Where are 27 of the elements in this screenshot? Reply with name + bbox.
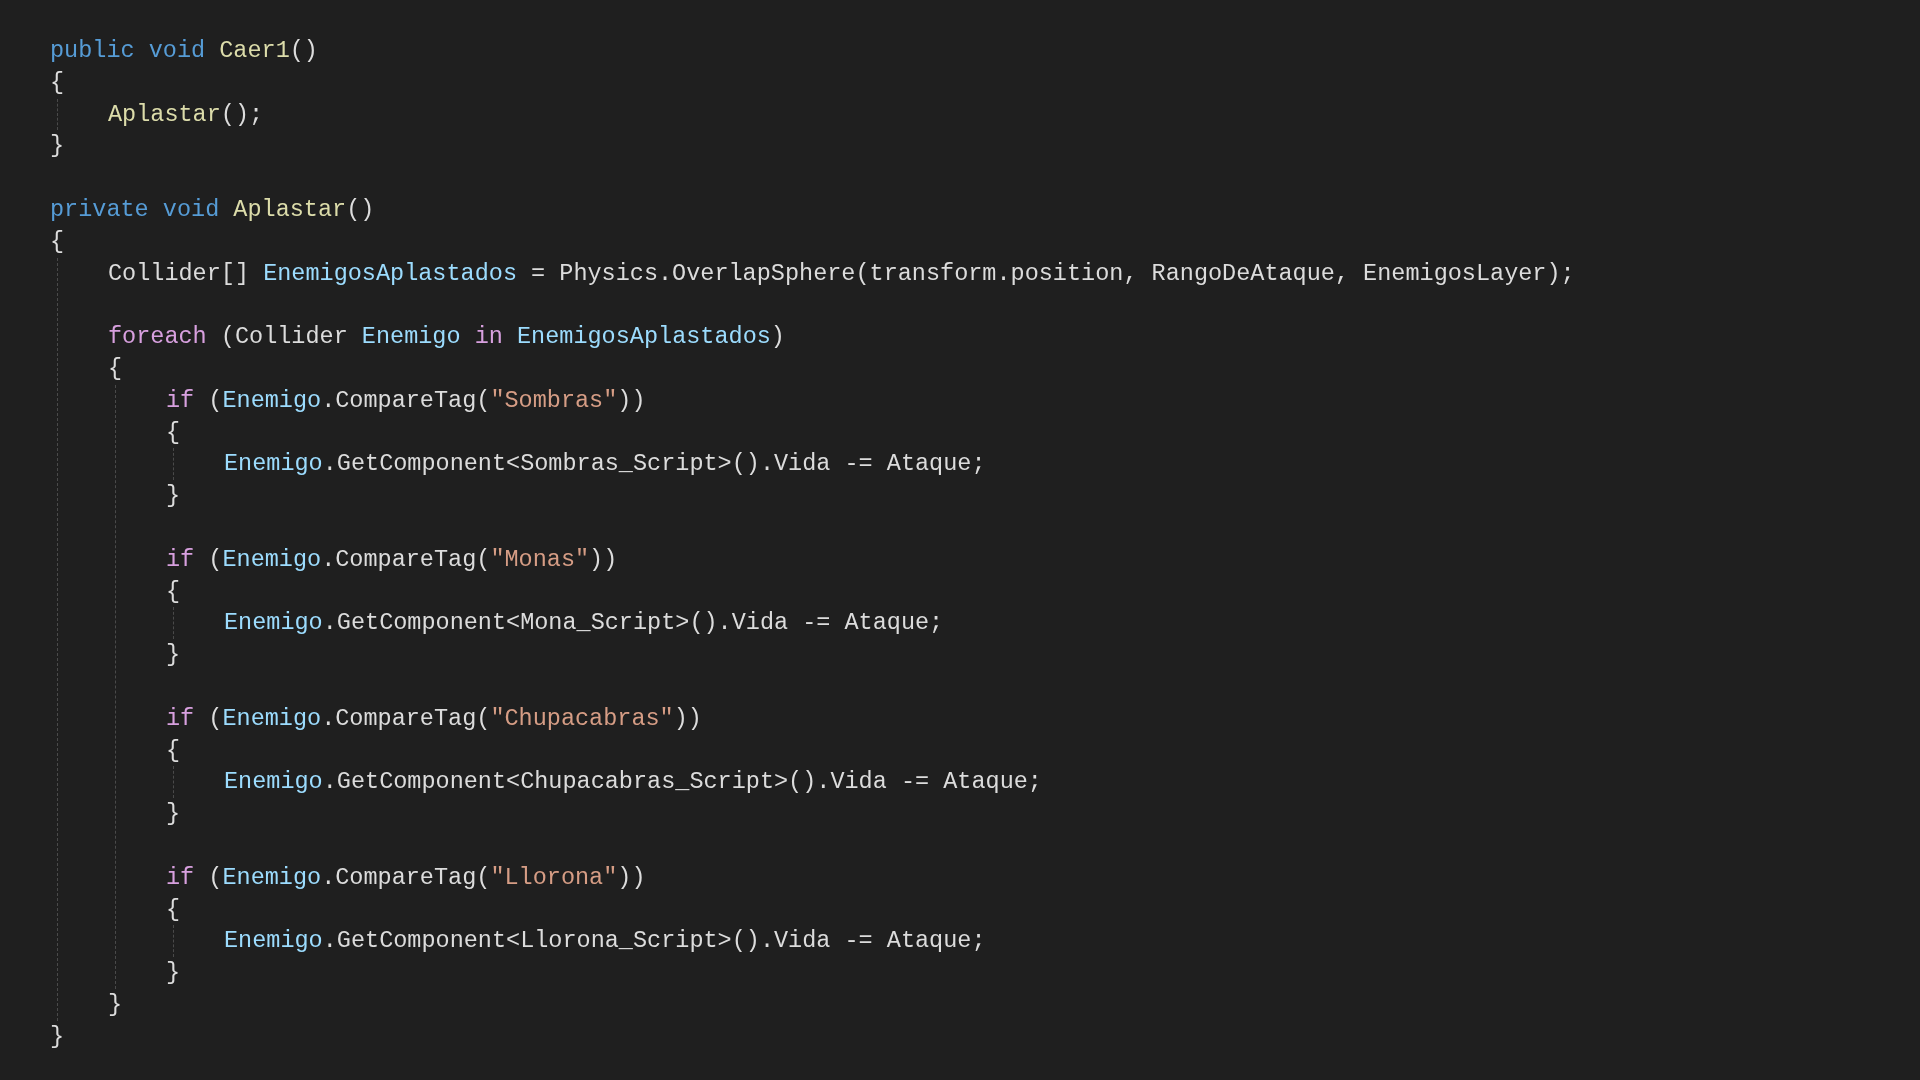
code-line: if (Enemigo.CompareTag("Chupacabras")) [166,703,702,734]
code-line: } [108,989,123,1020]
code-line: private void Aplastar() [50,195,375,225]
code-line: { [166,417,181,448]
code-line: Enemigo.GetComponent<Chupacabras_Script>().Vida -= Ataque; [224,767,1042,798]
code-line: Enemigo.GetComponent<Mona_Script>().Vida -= Ataque; [224,608,944,639]
code-line: if (Enemigo.CompareTag("Sombras")) [166,385,646,416]
code-line: } [166,481,181,512]
code-line: Collider[] EnemigosAplastados = Physics.OverlapSphere(transform.position, RangoDeAtaque, EnemigosLayer); [108,258,1575,289]
code-line: } [50,1021,65,1052]
code-line: { [166,576,181,607]
code-line: public void Caer1() [50,36,318,66]
code-line: { [50,226,65,257]
code-line: Aplastar(); [108,99,264,130]
code-line: if (Enemigo.CompareTag("Monas")) [166,544,618,575]
code-line: foreach (Collider Enemigo in EnemigosAplastados) [108,322,785,353]
code-line: } [50,131,65,162]
code-line: Enemigo.GetComponent<Llorona_Script>().Vida -= Ataque; [224,926,986,957]
code-line: } [166,958,181,989]
code-line: } [166,799,181,830]
code-line: if (Enemigo.CompareTag("Llorona")) [166,862,646,893]
code-line: { [166,894,181,925]
code-line: Enemigo.GetComponent<Sombras_Script>().Vida -= Ataque; [224,449,986,480]
code-line: { [50,67,65,98]
code-line: } [166,640,181,671]
code-line: { [108,353,123,384]
code-line: { [166,735,181,766]
